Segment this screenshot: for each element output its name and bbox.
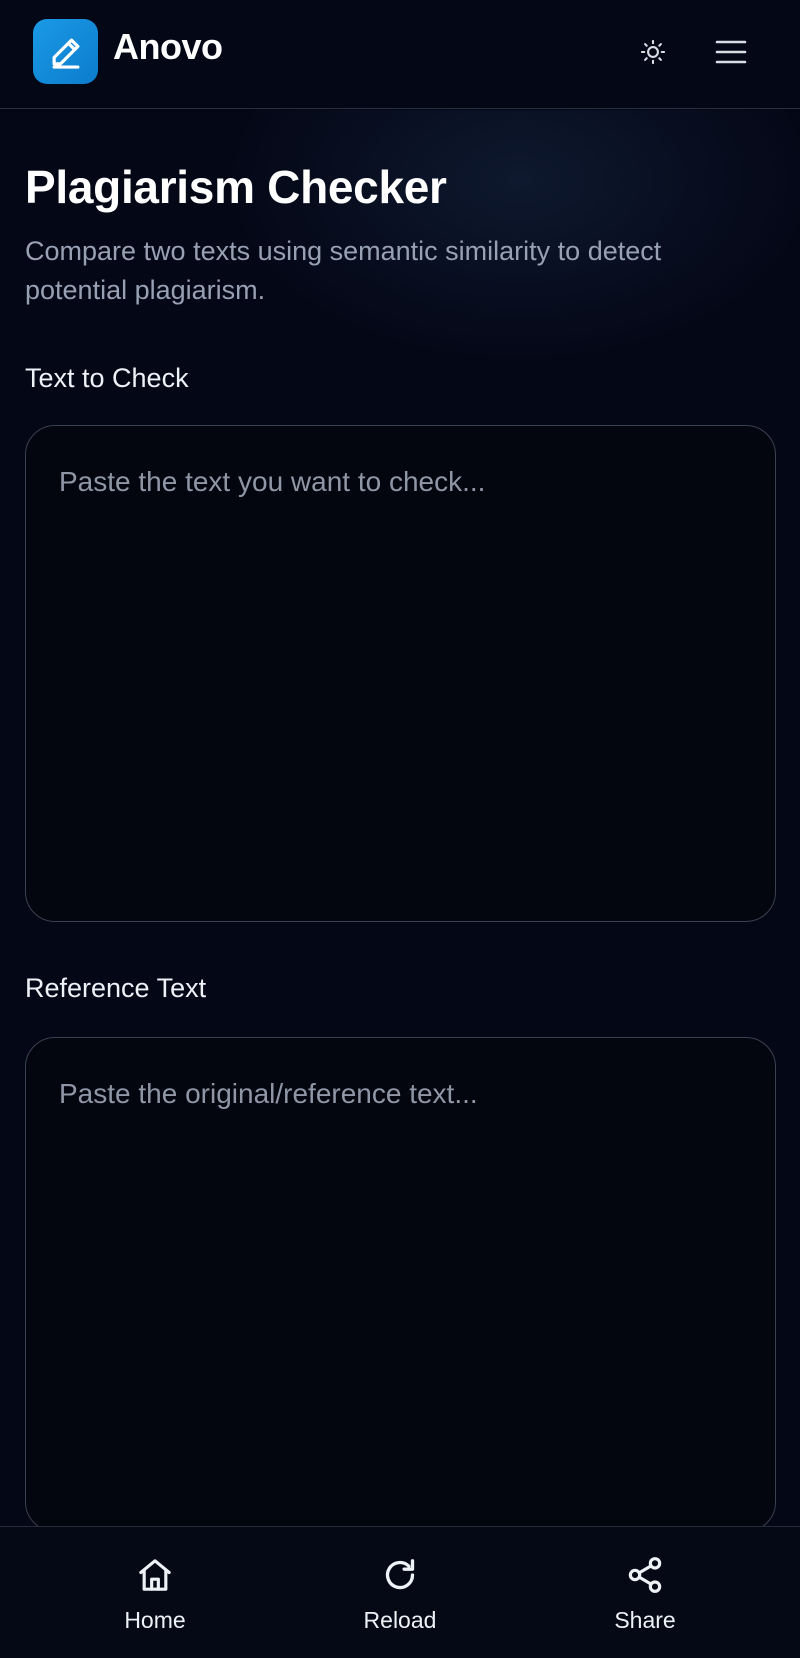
text-to-check-input[interactable] <box>25 425 776 922</box>
nav-share-label: Share <box>614 1607 676 1633</box>
text-to-check-label: Text to Check <box>25 363 189 393</box>
top-app-bar: Anovo <box>0 0 800 109</box>
reference-text-label: Reference Text <box>25 973 207 1003</box>
pencil-icon <box>52 38 79 69</box>
sun-icon <box>640 39 666 65</box>
reload-icon <box>385 1559 415 1590</box>
page-subtitle: Compare two texts using semantic similar… <box>25 236 662 305</box>
bottom-navigation: Home Reload Share <box>0 1526 800 1658</box>
nav-home-button[interactable]: Home <box>80 1555 230 1634</box>
nav-share-button[interactable]: Share <box>570 1555 720 1634</box>
reference-text-input[interactable] <box>25 1037 776 1532</box>
hamburger-menu-icon <box>715 40 747 64</box>
nav-home-label: Home <box>124 1607 186 1633</box>
home-icon <box>139 1559 171 1591</box>
theme-toggle-button[interactable] <box>633 32 673 72</box>
page-title: Plagiarism Checker <box>25 161 447 213</box>
brand-name[interactable]: Anovo <box>113 26 223 68</box>
nav-reload-label: Reload <box>363 1607 437 1633</box>
logo[interactable] <box>33 19 98 84</box>
menu-button[interactable] <box>710 32 752 72</box>
nav-reload-button[interactable]: Reload <box>325 1555 475 1634</box>
share-icon <box>628 1557 662 1593</box>
